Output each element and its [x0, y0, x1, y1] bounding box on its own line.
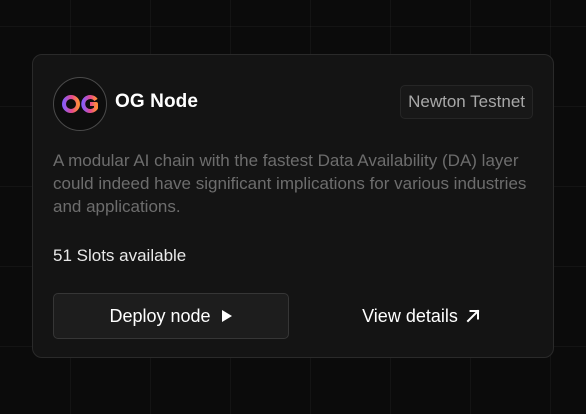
- node-title: OG Node: [115, 91, 199, 112]
- node-card: OG Node Newton Testnet A modular AI chai…: [32, 54, 554, 358]
- view-details-link[interactable]: View details: [309, 293, 533, 339]
- slots-available: 51 Slots available: [53, 246, 187, 265]
- network-badge: Newton Testnet: [400, 85, 533, 119]
- og-logo: [53, 77, 107, 131]
- deploy-node-button[interactable]: Deploy node: [53, 293, 289, 339]
- node-description: A modular AI chain with the fastest Data…: [53, 151, 527, 216]
- deploy-node-label: Deploy node: [109, 305, 211, 326]
- arrow-up-right-icon: [466, 309, 480, 323]
- view-details-label: View details: [362, 305, 458, 326]
- play-icon: [221, 309, 233, 323]
- og-logo-icon: [62, 95, 98, 113]
